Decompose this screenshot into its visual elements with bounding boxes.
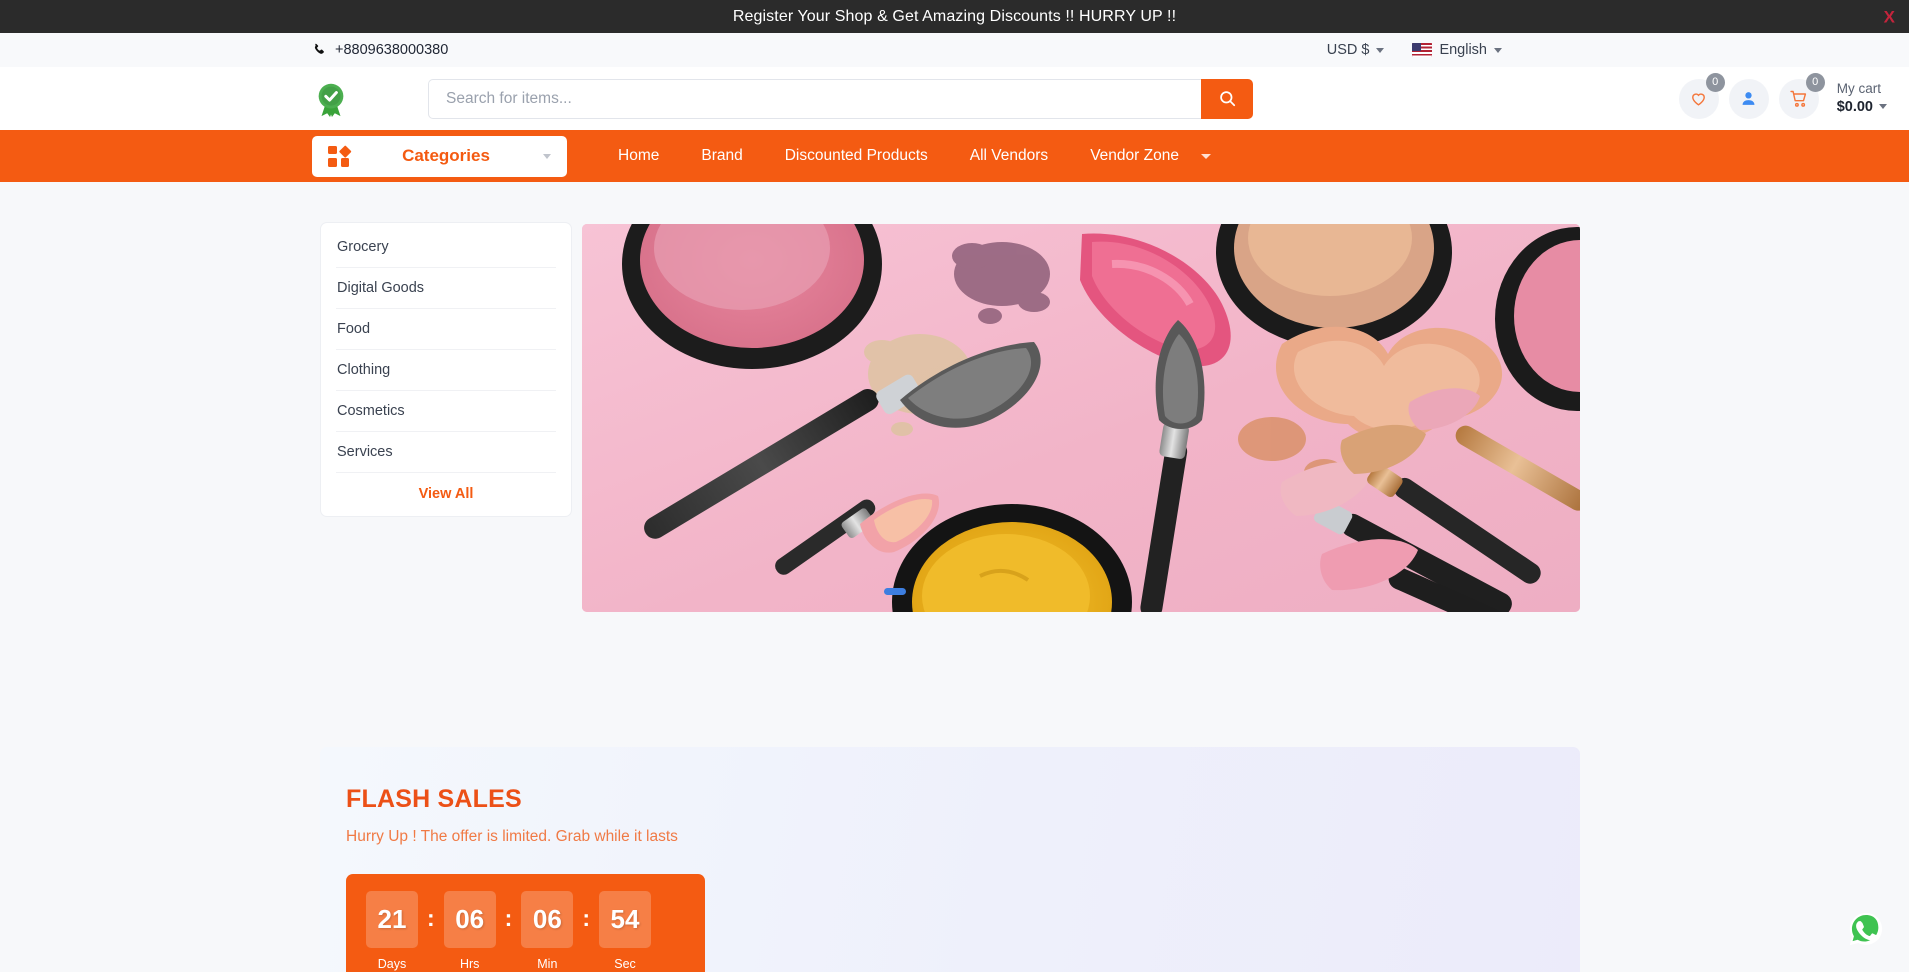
nav-item-home[interactable]: Home: [597, 147, 680, 165]
cart-summary[interactable]: My cart $0.00: [1837, 81, 1887, 116]
cart-button[interactable]: 0: [1778, 72, 1825, 119]
wishlist-button[interactable]: 0: [1678, 72, 1725, 119]
countdown-minutes: 06 Min: [521, 891, 574, 971]
countdown-seconds: 54 Sec: [599, 891, 652, 971]
category-item-food[interactable]: Food: [336, 309, 556, 350]
search-button[interactable]: [1201, 78, 1253, 119]
countdown-hours-value: 06: [443, 891, 496, 948]
category-item-digital-goods[interactable]: Digital Goods: [336, 268, 556, 309]
countdown-days-label: Days: [377, 957, 407, 971]
countdown-timer: 21 Days : 06 Hrs : 06 Min : 54 Sec: [346, 874, 705, 972]
chevron-down-icon: [543, 153, 551, 159]
chevron-down-icon: [1376, 47, 1385, 53]
main-navigation: Categories Home Brand Discounted Product…: [0, 130, 1909, 182]
nav-item-label: Vendor Zone: [1090, 147, 1179, 164]
language-label: English: [1439, 42, 1487, 58]
category-item-clothing[interactable]: Clothing: [336, 350, 556, 391]
countdown-separator: :: [427, 905, 435, 931]
nav-item-label: Home: [618, 147, 660, 164]
flash-sales-section: FLASH SALES Hurry Up ! The offer is limi…: [320, 747, 1580, 972]
currency-selector[interactable]: USD $: [1327, 42, 1385, 58]
countdown-days-value: 21: [366, 891, 418, 948]
phone-number: +8809638000380: [335, 42, 449, 58]
chevron-down-icon: [1879, 104, 1887, 110]
site-header: 0 0 My cart $0.00: [0, 67, 1909, 130]
us-flag-icon: [1412, 43, 1433, 57]
category-item-grocery[interactable]: Grocery: [336, 227, 556, 268]
categories-button-label: Categories: [402, 146, 490, 165]
countdown-hours: 06 Hrs: [443, 891, 496, 971]
grid-icon: [328, 144, 351, 167]
nav-item-all-vendors[interactable]: All Vendors: [949, 147, 1069, 165]
search-input[interactable]: [428, 78, 1201, 119]
phone-contact[interactable]: +8809638000380: [312, 42, 448, 58]
currency-label: USD $: [1326, 42, 1370, 58]
search-bar: [428, 78, 1253, 119]
categories-panel: Grocery Digital Goods Food Clothing Cosm…: [320, 222, 572, 517]
announcement-bar: Register Your Shop & Get Amazing Discoun…: [0, 0, 1909, 33]
hero-banner-slide[interactable]: [582, 224, 1580, 612]
language-selector[interactable]: English: [1412, 42, 1502, 58]
carousel-indicator[interactable]: [884, 588, 906, 595]
countdown-hours-label: Hrs: [459, 957, 480, 971]
nav-item-discounted-products[interactable]: Discounted Products: [764, 147, 949, 165]
flash-sales-subtitle: Hurry Up ! The offer is limited. Grab wh…: [346, 828, 678, 845]
nav-item-label: Brand: [701, 147, 743, 164]
cart-label: My cart: [1836, 81, 1881, 96]
categories-view-all-link[interactable]: View All: [336, 473, 556, 516]
utility-bar: +8809638000380 USD $ English: [0, 33, 1909, 67]
chevron-down-icon: [1200, 153, 1211, 159]
nav-item-brand[interactable]: Brand: [680, 147, 763, 165]
announcement-text: Register Your Shop & Get Amazing Discoun…: [732, 7, 1177, 25]
cart-count-badge: 0: [1805, 72, 1825, 92]
nav-item-label: All Vendors: [969, 147, 1049, 164]
green-ribbon-badge-logo[interactable]: [312, 80, 350, 118]
nav-item-vendor-zone[interactable]: Vendor Zone: [1069, 147, 1232, 165]
category-item-services[interactable]: Services: [336, 432, 556, 473]
wishlist-count-badge: 0: [1705, 72, 1725, 92]
chevron-down-icon: [1494, 47, 1502, 53]
countdown-separator: :: [582, 905, 591, 931]
countdown-seconds-value: 54: [599, 891, 652, 948]
close-icon[interactable]: X: [1884, 8, 1895, 25]
flash-sales-title: FLASH SALES: [346, 785, 522, 813]
countdown-separator: :: [504, 905, 513, 931]
category-item-cosmetics[interactable]: Cosmetics: [336, 391, 556, 432]
account-button[interactable]: [1728, 78, 1769, 119]
phone-icon: [312, 43, 326, 57]
nav-item-label: Discounted Products: [784, 147, 928, 164]
categories-button[interactable]: Categories: [312, 135, 567, 177]
cart-amount: $0.00: [1836, 98, 1873, 115]
whatsapp-icon: [1849, 912, 1883, 946]
page-content: Grocery Digital Goods Food Clothing Cosm…: [0, 182, 1909, 972]
countdown-minutes-value: 06: [521, 891, 574, 948]
countdown-seconds-label: Sec: [614, 957, 636, 971]
whatsapp-chat-button[interactable]: [1847, 910, 1885, 948]
banner-image: [582, 224, 1580, 612]
countdown-days: 21 Days: [366, 891, 418, 971]
nav-links: Home Brand Discounted Products All Vendo…: [597, 147, 1232, 165]
countdown-minutes-label: Min: [537, 957, 558, 971]
